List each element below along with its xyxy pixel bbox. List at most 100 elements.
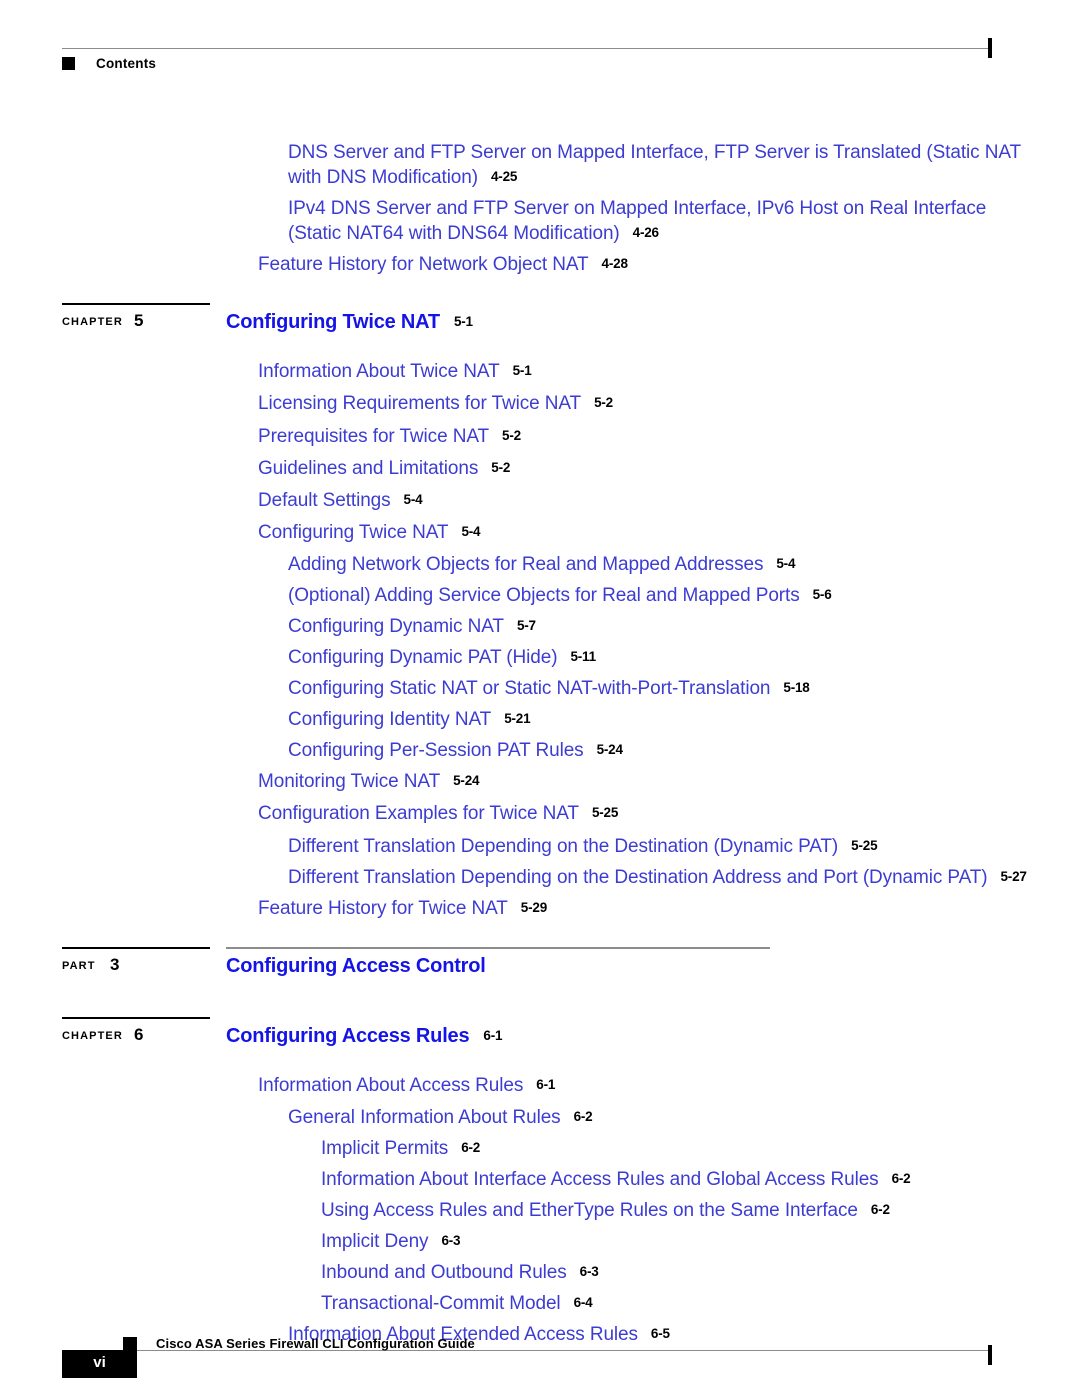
toc-entry-page-number: 5-21 xyxy=(504,711,531,727)
toc-entry-page-number: 4-26 xyxy=(632,225,659,241)
block-title-link[interactable]: Configuring Twice NAT 5-1 xyxy=(226,311,473,334)
toc-entry[interactable]: Configuring Dynamic PAT (Hide) 5-11 xyxy=(288,645,1080,670)
toc-entry-label: Information About Access Rules xyxy=(258,1074,524,1096)
toc-entry-page-number: 5-7 xyxy=(516,618,536,634)
toc-entry[interactable]: General Information About Rules 6-2 xyxy=(288,1105,1080,1130)
block-kind-label: CHAPTER xyxy=(62,1029,123,1042)
page-footer: vi Cisco ASA Series Firewall CLI Configu… xyxy=(0,1312,1080,1397)
toc-entry[interactable]: Monitoring Twice NAT 5-24 xyxy=(258,769,1080,794)
toc-entry-label: Monitoring Twice NAT xyxy=(258,771,441,793)
toc-entry[interactable]: (Optional) Adding Service Objects for Re… xyxy=(288,583,1080,608)
toc-entry-label: Feature History for Network Object NAT xyxy=(258,254,589,276)
part-title-divider xyxy=(226,946,770,949)
toc-entry-label: Prerequisites for Twice NAT xyxy=(258,425,490,447)
toc-entry[interactable]: Prerequisites for Twice NAT 5-2 xyxy=(258,424,1080,449)
block-number: 6 xyxy=(134,1024,144,1044)
block-title-label: Configuring Access Rules xyxy=(226,1024,470,1047)
toc-entry-page-number: 5-18 xyxy=(783,680,810,696)
toc-entry-label: (Optional) Adding Service Objects for Re… xyxy=(288,584,800,606)
toc-entry[interactable]: Guidelines and Limitations 5-2 xyxy=(258,456,1080,481)
toc-entry-label: Default Settings xyxy=(258,489,391,511)
toc-entry-page-number: 5-11 xyxy=(570,649,596,665)
toc-entry-page-number: 5-24 xyxy=(453,773,480,789)
toc-entry[interactable]: Different Translation Depending on the D… xyxy=(288,865,1080,890)
block-title-label: Configuring Twice NAT xyxy=(226,311,440,334)
toc-entry[interactable]: Information About Twice NAT 5-1 xyxy=(258,359,1080,384)
page-number: vi xyxy=(93,1354,106,1371)
block-divider xyxy=(62,1016,210,1019)
toc-entry-page-number: 4-25 xyxy=(490,169,518,185)
toc-entry-page-number: 6-3 xyxy=(579,1264,599,1280)
header-edge-tick-mark xyxy=(988,38,992,58)
toc-entry-page-number: 5-2 xyxy=(594,395,613,411)
toc-entry-label: Configuring Identity NAT xyxy=(288,709,492,731)
toc-entry[interactable]: Adding Network Objects for Real and Mapp… xyxy=(288,552,1080,577)
toc-entry-label: Configuring Twice NAT xyxy=(258,521,449,543)
toc-entry[interactable]: Configuration Examples for Twice NAT 5-25 xyxy=(258,801,1080,826)
toc-entry[interactable]: Default Settings 5-4 xyxy=(258,488,1080,513)
toc-entry-page-number: 4-28 xyxy=(601,256,628,272)
toc-entry-page-number: 5-27 xyxy=(1000,868,1027,884)
toc-entry[interactable]: Configuring Twice NAT 5-4 xyxy=(258,520,1080,545)
toc-entry-label: Implicit Deny xyxy=(321,1231,429,1253)
black-square-icon xyxy=(62,57,75,70)
toc-entry-page-number: 5-25 xyxy=(851,837,878,853)
toc-entry[interactable]: IPv4 DNS Server and FTP Server on Mapped… xyxy=(288,196,1028,246)
header-title: Contents xyxy=(96,56,157,71)
toc-entry-page-number: 5-4 xyxy=(403,491,423,507)
part-heading-block: PART 3 Configuring Access Control xyxy=(0,946,1080,991)
toc-entry[interactable]: Feature History for Twice NAT 5-29 xyxy=(258,896,1080,921)
toc-entry-label: Configuring Static NAT or Static NAT-wit… xyxy=(288,678,771,700)
toc-entry[interactable]: Inbound and Outbound Rules 6-3 xyxy=(321,1260,1080,1285)
toc-entry-label: Different Translation Depending on the D… xyxy=(288,835,839,857)
toc-entry-label: Configuration Examples for Twice NAT xyxy=(258,803,579,825)
footer-edge-tick-mark xyxy=(988,1345,992,1365)
toc-entry-page-number: 5-4 xyxy=(776,555,796,571)
toc-entry[interactable]: Licensing Requirements for Twice NAT 5-2 xyxy=(258,391,1080,416)
toc-entry-label: Information About Twice NAT xyxy=(258,361,500,383)
toc-entry-page-number: 5-25 xyxy=(591,805,619,821)
table-of-contents: DNS Server and FTP Server on Mapped Inte… xyxy=(0,140,1080,1354)
block-number: 3 xyxy=(110,954,120,974)
block-title-link[interactable]: Configuring Access Control xyxy=(226,955,486,978)
block-divider xyxy=(62,303,210,306)
toc-entry-label: Implicit Permits xyxy=(321,1137,449,1159)
block-title-label: Configuring Access Control xyxy=(226,954,486,977)
toc-entry-label: Inbound and Outbound Rules xyxy=(321,1262,567,1284)
block-kind-label: PART xyxy=(62,959,96,972)
toc-entry-label: Feature History for Twice NAT xyxy=(258,897,508,919)
block-kind-label: CHAPTER xyxy=(62,316,123,329)
toc-entry-page-number: 5-29 xyxy=(520,899,548,915)
toc-entry-label: Configuring Dynamic NAT xyxy=(288,616,504,638)
toc-entry-page-number: 5-24 xyxy=(596,742,623,758)
toc-entry-label: Information About Interface Access Rules… xyxy=(321,1169,879,1191)
toc-entry-page-number: 6-4 xyxy=(573,1295,593,1311)
chapter-heading-block: CHAPTER 6 Configuring Access Rules 6-1 xyxy=(0,1016,1080,1061)
toc-entry[interactable]: DNS Server and FTP Server on Mapped Inte… xyxy=(288,140,1028,190)
toc-entry[interactable]: Information About Access Rules 6-1 xyxy=(258,1073,1080,1098)
toc-entry-page-number: 6-2 xyxy=(870,1202,890,1218)
toc-entry[interactable]: Feature History for Network Object NAT 4-… xyxy=(258,252,1080,277)
toc-entry-page-number: 5-2 xyxy=(502,427,521,443)
toc-entry[interactable]: Using Access Rules and EtherType Rules o… xyxy=(321,1198,1080,1223)
toc-entry-label: Adding Network Objects for Real and Mapp… xyxy=(288,553,764,575)
block-divider xyxy=(62,946,210,949)
toc-entry[interactable]: Configuring Per-Session PAT Rules 5-24 xyxy=(288,738,1080,763)
toc-entry-page-number: 6-2 xyxy=(573,1108,593,1124)
toc-entry[interactable]: Configuring Identity NAT 5-21 xyxy=(288,707,1080,732)
block-title-link[interactable]: Configuring Access Rules 6-1 xyxy=(226,1024,503,1048)
toc-entry-label: Guidelines and Limitations xyxy=(258,457,479,479)
toc-entry[interactable]: Implicit Deny 6-3 xyxy=(321,1229,1080,1254)
chapter-heading-block: CHAPTER 5 Configuring Twice NAT 5-1 xyxy=(0,303,1080,347)
toc-entry[interactable]: Information About Interface Access Rules… xyxy=(321,1167,1080,1192)
toc-entry-label: DNS Server and FTP Server on Mapped Inte… xyxy=(288,142,1021,189)
toc-entry[interactable]: Configuring Static NAT or Static NAT-wit… xyxy=(288,676,1080,701)
toc-entry[interactable]: Implicit Permits 6-2 xyxy=(321,1136,1080,1161)
toc-entry-label: General Information About Rules xyxy=(288,1106,561,1128)
toc-entry-page-number: 5-6 xyxy=(812,586,832,602)
toc-entry[interactable]: Configuring Dynamic NAT 5-7 xyxy=(288,614,1080,639)
toc-entry-page-number: 6-2 xyxy=(891,1171,911,1187)
block-title-page-number: 6-1 xyxy=(483,1027,503,1043)
toc-entry-label: Licensing Requirements for Twice NAT xyxy=(258,393,582,415)
toc-entry[interactable]: Different Translation Depending on the D… xyxy=(288,834,1080,859)
